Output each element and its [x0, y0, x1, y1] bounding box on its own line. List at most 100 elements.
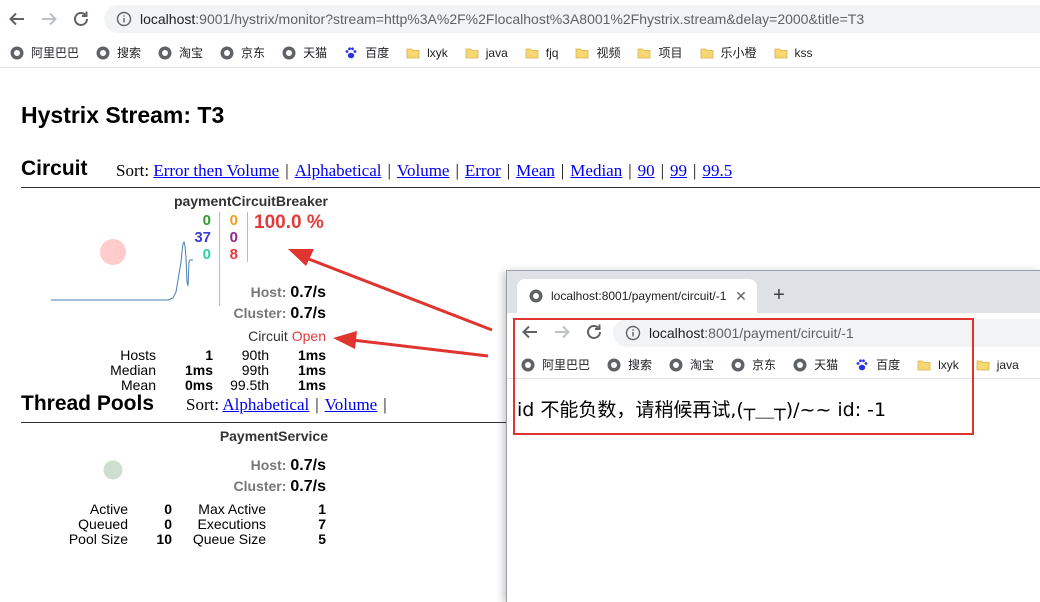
- folder-icon: [406, 46, 420, 60]
- info-icon[interactable]: [625, 325, 641, 341]
- folder-icon: [700, 46, 714, 60]
- sort-link[interactable]: 99.5: [702, 161, 732, 180]
- bookmark-item[interactable]: 阿里巴巴: [521, 356, 590, 373]
- sort-link[interactable]: 99: [670, 161, 687, 180]
- globe-icon: [220, 46, 234, 60]
- popup-toolbar: localhost:8001/payment/circuit/-1: [507, 313, 1040, 351]
- close-icon[interactable]: ✕: [733, 288, 749, 304]
- bookmark-label: 项目: [658, 46, 683, 60]
- bookmark-label: 乐小橙: [720, 46, 757, 60]
- address-bar[interactable]: localhost:9001/hystrix/monitor?stream=ht…: [104, 5, 1040, 33]
- host-rate: Host: 0.7/s: [251, 284, 326, 302]
- bookmark-item[interactable]: 百度: [855, 356, 900, 373]
- bookmark-item[interactable]: 京东: [220, 44, 265, 61]
- globe-icon: [282, 46, 296, 60]
- globe-icon: [669, 358, 683, 372]
- bookmark-item[interactable]: 乐小橙: [700, 44, 757, 61]
- reload-icon: [587, 324, 601, 339]
- sort-link[interactable]: Median: [570, 161, 622, 180]
- folder-icon: [976, 358, 990, 372]
- max-active-label: Max Active: [198, 501, 266, 517]
- sort-link[interactable]: Mean: [516, 161, 555, 180]
- sort-separator: |: [628, 161, 632, 180]
- sort-link[interactable]: 90: [638, 161, 655, 180]
- sort-link[interactable]: Volume: [397, 161, 450, 180]
- folder-icon: [575, 46, 589, 60]
- bookmark-item[interactable]: lxyk: [917, 358, 959, 372]
- plus-icon: +: [773, 283, 785, 306]
- sort-link[interactable]: Error: [465, 161, 501, 180]
- bookmark-item[interactable]: java: [976, 358, 1019, 372]
- bookmark-item[interactable]: 项目: [637, 44, 683, 61]
- bookmark-item[interactable]: java: [465, 46, 508, 60]
- sort-separator: |: [383, 395, 387, 414]
- sort-separator: |: [660, 161, 665, 180]
- sort-link[interactable]: Volume: [325, 395, 378, 414]
- popup-tab[interactable]: localhost:8001/payment/circuit/-1 ✕: [517, 279, 757, 313]
- bookmark-item[interactable]: 阿里巴巴: [10, 44, 79, 61]
- pool-cluster-rate-value: 0.7/s: [290, 478, 326, 495]
- sort-link[interactable]: Alphabetical: [222, 395, 309, 414]
- circuit-status-value: Open: [291, 328, 326, 344]
- bookmark-label: 京东: [752, 358, 777, 372]
- bookmark-item[interactable]: lxyk: [406, 46, 448, 60]
- max-active-value: 1: [318, 501, 326, 517]
- p995-value: 1ms: [297, 377, 326, 391]
- circuit-status: Circuit Open: [248, 328, 326, 344]
- folder-icon: [525, 46, 539, 60]
- bookmark-item[interactable]: 京东: [731, 356, 776, 373]
- bookmark-label: 淘宝: [179, 46, 204, 60]
- executions-label: Executions: [197, 516, 266, 532]
- reload-button[interactable]: [70, 8, 92, 30]
- bookmark-item[interactable]: 淘宝: [158, 44, 203, 61]
- browser-toolbar: localhost:9001/hystrix/monitor?stream=ht…: [0, 0, 1040, 38]
- bookmark-item[interactable]: 搜索: [607, 356, 652, 373]
- reload-icon: [74, 11, 88, 26]
- pool-cluster-rate-label: Cluster:: [233, 478, 287, 494]
- count-divider-2: [247, 212, 248, 262]
- bookmark-label: fjq: [545, 45, 559, 60]
- folder-icon: [774, 46, 788, 60]
- arrow-left-icon: [522, 325, 537, 339]
- success-count: 0: [202, 212, 211, 229]
- popup-back-button[interactable]: [519, 321, 541, 343]
- median-label: Median: [110, 362, 156, 378]
- bookmark-item[interactable]: fjq: [525, 45, 559, 60]
- queued-label: Queued: [78, 516, 128, 532]
- bookmark-item[interactable]: 淘宝: [669, 356, 714, 373]
- forward-button[interactable]: [38, 8, 60, 30]
- popup-address-bar[interactable]: localhost:8001/payment/circuit/-1: [613, 319, 1040, 347]
- bookmark-item[interactable]: 视频: [575, 44, 620, 61]
- bookmark-item[interactable]: 天猫: [282, 44, 327, 61]
- bookmark-label: 阿里巴巴: [31, 46, 80, 60]
- bookmark-item[interactable]: 百度: [344, 44, 389, 61]
- bookmark-item[interactable]: 天猫: [793, 356, 838, 373]
- popup-forward-button[interactable]: [551, 321, 573, 343]
- bookmark-item[interactable]: 搜索: [96, 44, 141, 61]
- hosts-label: Hosts: [120, 347, 156, 363]
- bookmark-label: java: [996, 357, 1019, 372]
- sort-label: Sort:: [116, 161, 150, 180]
- response-text: id 不能负数，请稍候再试,(┬＿┬)/~~ id: -1: [517, 399, 887, 421]
- sort-separator: |: [285, 161, 289, 180]
- sort-link[interactable]: Alphabetical: [295, 161, 382, 180]
- popup-bookmarks-bar: 阿里巴巴 搜索 淘宝 京东 天猫 百度 lxyk java: [507, 351, 1040, 379]
- bookmark-label: 天猫: [303, 46, 328, 60]
- info-icon[interactable]: [116, 11, 132, 27]
- sort-link[interactable]: Error then Volume: [153, 161, 279, 180]
- folder-icon: [917, 358, 931, 372]
- folder-icon: [637, 46, 651, 60]
- pool-cluster-rate: Cluster: 0.7/s: [234, 478, 327, 496]
- page-title: Hystrix Stream: T3: [21, 102, 225, 128]
- bookmark-label: 搜索: [117, 46, 142, 60]
- sort-separator: |: [506, 161, 511, 180]
- mean-label: Mean: [120, 377, 156, 391]
- bookmark-item[interactable]: kss: [774, 46, 813, 60]
- p995-label: 99.5th: [230, 377, 269, 391]
- host-rate-value: 0.7/s: [290, 284, 326, 301]
- popup-url-path: :8001/payment/circuit/-1: [704, 325, 854, 341]
- back-button[interactable]: [6, 8, 28, 30]
- popup-reload-button[interactable]: [583, 321, 605, 343]
- new-tab-button[interactable]: +: [769, 283, 789, 306]
- popup-tabstrip: localhost:8001/payment/circuit/-1 ✕ +: [507, 271, 1040, 313]
